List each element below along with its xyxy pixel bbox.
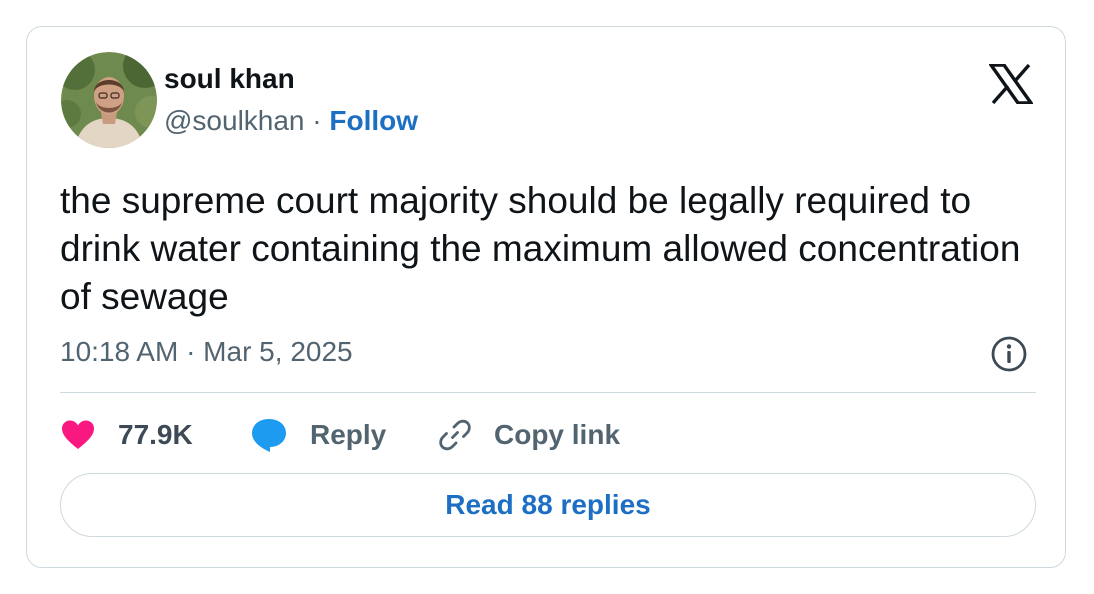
link-icon [439, 419, 471, 451]
tweet-timestamp[interactable]: 10:18 AM · Mar 5, 2025 [60, 335, 353, 369]
author-handle[interactable]: @soulkhan [164, 105, 305, 136]
separator-dot: · [312, 105, 322, 136]
heart-icon [62, 420, 94, 449]
reply-label: Reply [310, 419, 387, 450]
copy-link-button[interactable]: Copy link [438, 412, 620, 458]
tweet-card: soul khan @soulkhan · Follow the supreme… [26, 26, 1066, 568]
read-replies-button[interactable]: Read 88 replies [60, 473, 1036, 537]
like-button[interactable]: 77.9K [60, 412, 193, 458]
x-logo-icon[interactable] [989, 64, 1033, 104]
like-count: 77.9K [118, 419, 193, 450]
avatar[interactable] [61, 52, 157, 148]
follow-button[interactable]: Follow [329, 105, 418, 136]
reply-button[interactable]: Reply [250, 412, 386, 458]
tweet-text: the supreme court majority should be leg… [60, 180, 1021, 317]
author-display-name[interactable]: soul khan [164, 63, 295, 95]
copy-link-label: Copy link [494, 419, 621, 450]
info-icon[interactable] [990, 335, 1028, 373]
author-handle-row: @soulkhan · Follow [164, 105, 418, 137]
reply-bubble-icon [252, 419, 286, 452]
divider [60, 392, 1036, 393]
